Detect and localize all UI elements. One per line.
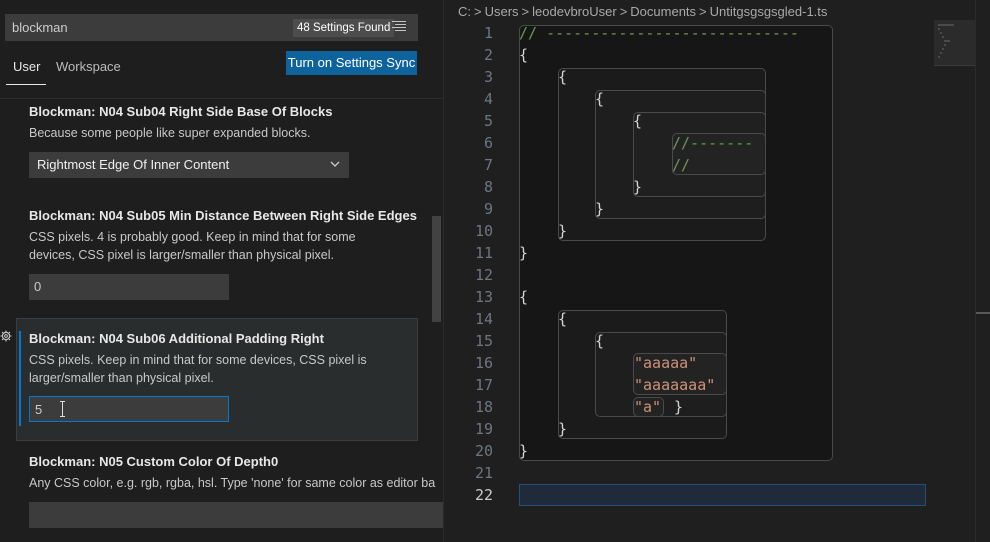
- line-number: 21: [474, 464, 493, 482]
- setting-title-right-side-base: Blockman: N04 Sub04 Right Side Base Of B…: [29, 104, 333, 119]
- header-divider: [0, 98, 443, 99]
- line-number: 14: [474, 310, 493, 328]
- line-number: 1: [483, 24, 493, 42]
- setting-description-line-1: CSS pixels. Keep in mind that for some d…: [29, 353, 367, 367]
- settings-pane: blockman 48 Settings Found User Workspac…: [0, 0, 443, 542]
- line-number: 20: [474, 442, 493, 460]
- settings-scrollbar-thumb[interactable]: [432, 216, 441, 322]
- chevron-down-icon: [330, 161, 340, 167]
- setting-title-additional-padding: Blockman: N04 Sub06 Additional Padding R…: [29, 331, 324, 346]
- breadcrumb-item[interactable]: Users: [485, 4, 519, 19]
- code-brace: }: [674, 398, 684, 416]
- line-number: 18: [474, 398, 493, 416]
- line-number: 5: [483, 112, 493, 130]
- min-distance-input[interactable]: 0: [29, 274, 229, 300]
- line-number: 11: [474, 244, 493, 262]
- setting-description-line-2: larger/smaller than physical pixel.: [29, 371, 214, 385]
- code-brace: }: [633, 178, 643, 196]
- tab-user[interactable]: User: [13, 59, 40, 75]
- custom-color-depth0-input[interactable]: [29, 502, 443, 528]
- chevron-right-icon: >: [474, 4, 482, 19]
- code-brace: {: [558, 310, 568, 328]
- focus-indicator-bar: [19, 331, 21, 426]
- code-brace: }: [519, 442, 529, 460]
- line-number-active: 22: [474, 486, 493, 504]
- code-brace: {: [633, 112, 643, 130]
- chevron-right-icon: >: [619, 4, 628, 19]
- search-input-value[interactable]: blockman: [12, 20, 68, 35]
- line-number: 10: [474, 222, 493, 240]
- setting-description-line-2: devices, CSS pixel is larger/smaller tha…: [29, 248, 334, 262]
- setting-title-min-distance: Blockman: N04 Sub05 Min Distance Between…: [29, 208, 417, 223]
- breadcrumb-file[interactable]: Untitgsgsgsgled-1.ts: [710, 4, 828, 19]
- code-brace: {: [519, 46, 529, 64]
- code-comment: //: [672, 156, 691, 174]
- results-count-badge: 48 Settings Found: [293, 19, 395, 37]
- code-brace: {: [595, 90, 605, 108]
- settings-search-input[interactable]: blockman 48 Settings Found: [5, 14, 418, 41]
- line-number: 13: [474, 288, 493, 306]
- line-number: 7: [483, 156, 493, 174]
- setting-description: Any CSS color, e.g. rgb, rgba, hsl. Type…: [29, 476, 436, 490]
- line-number: 3: [483, 68, 493, 86]
- line-number: 6: [483, 134, 493, 152]
- line-number: 2: [483, 46, 493, 64]
- turn-on-settings-sync-button[interactable]: Turn on Settings Sync: [286, 51, 417, 75]
- line-number: 16: [474, 354, 493, 372]
- line-number: 17: [474, 376, 493, 394]
- setting-description-line-1: CSS pixels. 4 is probably good. Keep in …: [29, 230, 356, 244]
- editor-scrollbar-track[interactable]: [975, 0, 976, 542]
- tab-workspace[interactable]: Workspace: [56, 59, 121, 75]
- editor-scrollbar-thumb[interactable]: [976, 312, 990, 314]
- code-string: "aaaaaaa": [634, 376, 716, 394]
- chevron-right-icon: >: [699, 4, 707, 19]
- breadcrumb-item[interactable]: leodevbroUser: [532, 4, 617, 19]
- code-string: "aaaaa": [634, 354, 698, 372]
- setting-description: Because some people like super expanded …: [29, 126, 311, 140]
- breadcrumb-item[interactable]: C:: [458, 4, 471, 19]
- line-number: 4: [483, 90, 493, 108]
- text-cursor-icon: [60, 401, 65, 417]
- filter-icon[interactable]: [392, 21, 406, 33]
- active-tab-indicator: [6, 84, 46, 85]
- code-brace: {: [519, 288, 529, 306]
- current-line-highlight: [519, 484, 926, 506]
- line-number: 19: [474, 420, 493, 438]
- code-comment: //-------: [672, 134, 754, 152]
- gear-icon[interactable]: [0, 330, 12, 342]
- code-brace: }: [558, 222, 568, 240]
- chevron-right-icon: >: [521, 4, 530, 19]
- line-number: 15: [474, 332, 493, 350]
- code-string: "a": [634, 398, 662, 416]
- code-brace: {: [558, 68, 568, 86]
- minimap-preview: [938, 24, 954, 58]
- breadcrumb-item[interactable]: Documents: [630, 4, 696, 19]
- additional-padding-input[interactable]: 5: [29, 396, 229, 422]
- line-number: 8: [483, 178, 493, 196]
- code-brace: }: [519, 244, 529, 262]
- right-side-base-select[interactable]: Rightmost Edge Of Inner Content: [29, 152, 349, 178]
- code-comment: // ----------------------------: [519, 24, 799, 42]
- breadcrumb: C: > Users > leodevbroUser > Documents > Untitgs…: [458, 4, 827, 19]
- code-brace: {: [595, 332, 605, 350]
- code-editor[interactable]: C: > Users > leodevbroUser > Documents > Untitgs…: [444, 0, 990, 542]
- setting-title-custom-color-depth0: Blockman: N05 Custom Color Of Depth0: [29, 454, 279, 469]
- line-number: 9: [483, 200, 493, 218]
- line-number: 12: [474, 266, 493, 284]
- code-brace: }: [595, 200, 605, 218]
- select-value: Rightmost Edge Of Inner Content: [37, 157, 230, 172]
- code-brace: }: [558, 420, 568, 438]
